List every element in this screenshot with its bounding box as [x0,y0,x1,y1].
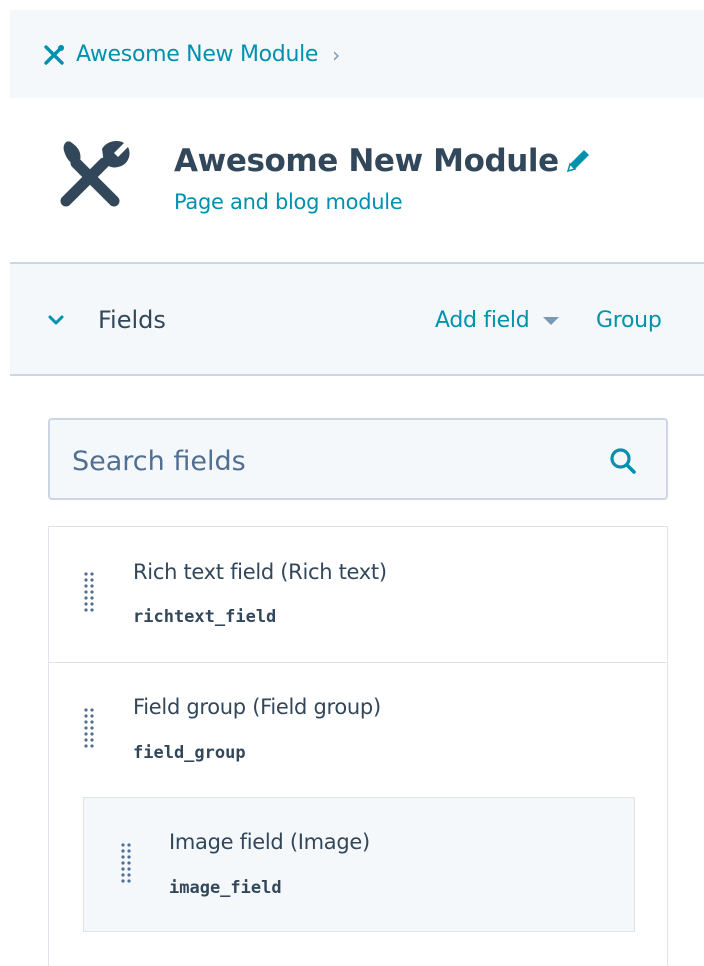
tools-icon [44,44,64,65]
caret-down-icon [543,316,560,325]
field-key: richtext_field [133,607,277,627]
wrench-brush-icon [60,141,130,207]
search-field-container [48,418,668,500]
field-item-richtext[interactable]: Rich text field (Rich text) richtext_fie… [49,527,667,663]
drag-handle-icon[interactable] [83,571,95,615]
module-title: Awesome New Module [174,143,559,179]
field-item-group[interactable]: Field group (Field group) field_group Im… [49,663,667,963]
breadcrumb[interactable]: Awesome New Module › [42,42,340,67]
drag-handle-icon[interactable] [120,842,132,886]
nested-field-item-image[interactable]: Image field (Image) image_field [83,797,635,932]
chevron-down-icon[interactable] [46,310,66,330]
group-button[interactable]: Group [596,308,662,333]
fields-title: Fields [98,306,166,334]
field-name: Image field (Image) [169,830,370,854]
pencil-icon[interactable] [562,145,594,177]
search-input[interactable] [70,440,574,482]
field-key: field_group [133,743,246,763]
chevron-right-icon: › [332,42,340,67]
add-field-dropdown[interactable]: Add field [435,308,560,333]
add-field-label[interactable]: Add field [435,308,530,333]
field-name: Field group (Field group) [133,695,381,719]
search-icon[interactable] [608,446,638,476]
field-list: Rich text field (Rich text) richtext_fie… [48,526,668,966]
field-key: image_field [169,878,282,898]
field-name: Rich text field (Rich text) [133,560,387,584]
breadcrumb-label[interactable]: Awesome New Module [76,42,318,67]
drag-handle-icon[interactable] [83,707,95,751]
fields-header: Fields Add field Group [10,262,704,376]
module-subtitle: Page and blog module [174,190,403,214]
